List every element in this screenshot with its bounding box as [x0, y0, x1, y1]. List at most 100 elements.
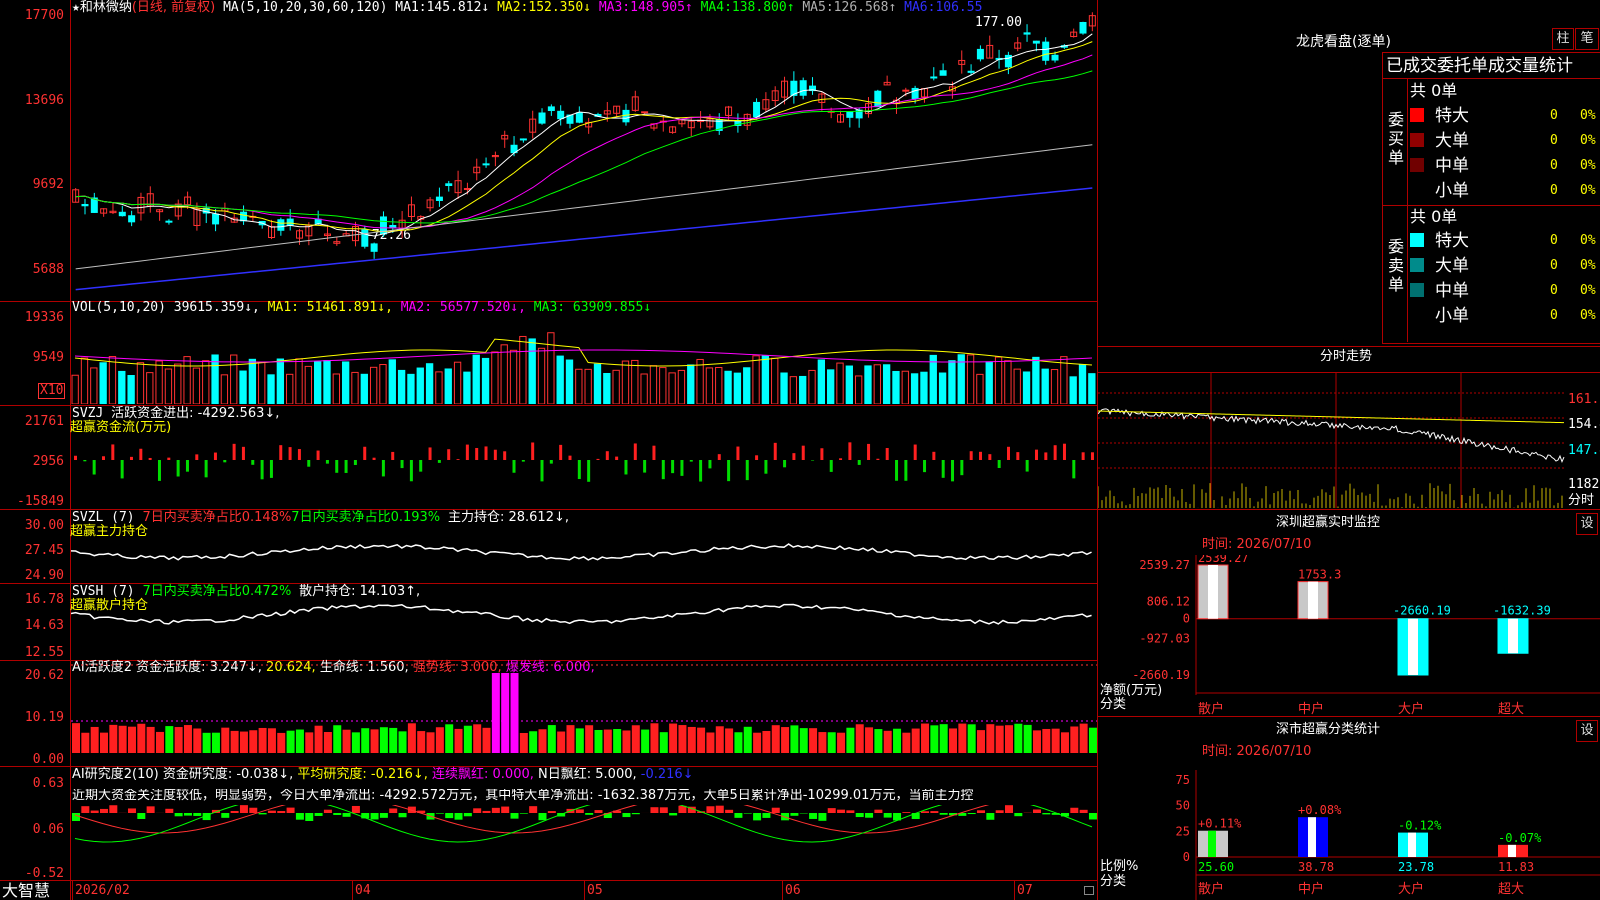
- candle: [538, 112, 546, 124]
- ai2-header: AI研究度2(10) 资金研究度: -0.038↓, 平均研究度: -0.216…: [72, 768, 694, 782]
- candle: [930, 76, 938, 79]
- flow-bar: [148, 457, 152, 460]
- flow-bar: [801, 445, 805, 460]
- order-count: 0: [1550, 158, 1558, 173]
- research-bar: [239, 805, 248, 813]
- order-pct: 0%: [1580, 108, 1596, 123]
- flow-bar: [232, 443, 236, 460]
- lock-icon[interactable]: [1084, 886, 1094, 895]
- candle: [370, 243, 378, 252]
- bar: [444, 368, 452, 404]
- bar: [752, 355, 760, 404]
- ma-line: [75, 187, 1093, 291]
- flow-bar: [1044, 452, 1048, 460]
- intraday-chart[interactable]: [1098, 373, 1566, 508]
- candlestick-chart[interactable]: [71, 0, 1097, 300]
- flow-bar: [176, 460, 180, 477]
- retail-position-chart[interactable]: [71, 584, 1097, 659]
- flow-bar: [643, 460, 647, 473]
- research-bar: [883, 813, 892, 818]
- y-tick: 2539.27: [1139, 558, 1190, 572]
- research-bar: [995, 810, 1004, 813]
- bar: [463, 371, 471, 404]
- activity-bar: [426, 732, 435, 753]
- research-bar: [1042, 813, 1051, 815]
- order-stats-tab[interactable]: 已成交委托单成交量统计: [1386, 56, 1573, 76]
- flow-bar: [400, 460, 404, 469]
- bar: [687, 364, 695, 404]
- order-type: 小单: [1435, 306, 1469, 326]
- bar: [146, 372, 154, 404]
- bar: [584, 368, 592, 404]
- monitor-settings-button[interactable]: 设: [1576, 513, 1598, 535]
- activity-bar: [762, 730, 771, 753]
- research-bar: [323, 809, 332, 813]
- research-bar: [72, 813, 80, 821]
- flow-bar: [680, 460, 684, 476]
- flow-bar: [652, 445, 656, 460]
- y-tick: 0.63: [32, 776, 64, 791]
- y-tick: 20.62: [24, 668, 64, 683]
- y-tick: 21761: [24, 414, 64, 429]
- activity-bar: [1005, 725, 1013, 753]
- activity-bar: [351, 732, 360, 753]
- bar-highlight: [1408, 618, 1418, 675]
- flow-bar: [111, 444, 115, 460]
- research-chart[interactable]: [71, 805, 1097, 879]
- pen-view-button[interactable]: 笔: [1575, 28, 1599, 50]
- activity-bar: [855, 724, 864, 753]
- activity-bar: [267, 728, 276, 753]
- activity-bar: [678, 725, 687, 753]
- research-bar: [314, 813, 323, 816]
- flow-bar: [129, 456, 133, 460]
- activity-bar: [865, 727, 874, 753]
- flow-bar: [1053, 445, 1057, 460]
- bar: [314, 361, 322, 404]
- divider: [1098, 509, 1600, 510]
- main-position-chart[interactable]: [71, 510, 1097, 582]
- flow-bar: [213, 452, 217, 460]
- stats-settings-button[interactable]: 设: [1576, 720, 1598, 742]
- fund-flow-chart[interactable]: [71, 430, 1097, 508]
- research-bar: [855, 813, 864, 818]
- flow-bar: [596, 458, 600, 460]
- flow-bar: [353, 460, 357, 465]
- bar: [136, 362, 145, 404]
- monitor-chart[interactable]: 2539.27 806.12 0 -927.03 -2660.19 2539.27 散户 17…: [1098, 555, 1600, 720]
- flow-bar: [783, 460, 787, 468]
- bar: [407, 373, 415, 404]
- research-bar: [370, 813, 379, 820]
- bar: [174, 363, 182, 404]
- stats-chart[interactable]: 75 50 25 0 +0.11% 25.60 散户 +0.08% 38.78 中户 -0.12% 2…: [1098, 760, 1600, 900]
- volume-chart[interactable]: [71, 318, 1097, 404]
- bar: [836, 362, 844, 404]
- x-tick-mark: [72, 880, 73, 900]
- flow-bar: [465, 444, 469, 460]
- flow-bar: [372, 457, 376, 460]
- flow-bar: [568, 455, 572, 460]
- x-tick: 06: [785, 883, 801, 898]
- bar-highlight: [1508, 844, 1516, 857]
- order-count: 0: [1550, 183, 1558, 198]
- activity-bar: [743, 726, 752, 753]
- activity-bar: [603, 729, 612, 753]
- bar: [621, 360, 630, 404]
- activity-bar: [715, 726, 724, 753]
- divider: [0, 880, 1098, 881]
- flow-bar: [531, 442, 535, 460]
- activity-bar: [575, 728, 584, 753]
- activity-bar: [538, 729, 547, 753]
- research-bar: [594, 810, 603, 813]
- flow-bar: [475, 447, 479, 460]
- flow-bar: [969, 451, 973, 460]
- activity-bar: [1079, 723, 1088, 753]
- candle: [212, 213, 220, 225]
- bar-view-button[interactable]: 柱: [1552, 28, 1574, 50]
- bar: [1060, 356, 1068, 404]
- kline-panel[interactable]: 17700 13696 9692 5688 ★和林微纳(日线, 前复权) MA(…: [0, 0, 1098, 900]
- flow-bar: [363, 446, 367, 460]
- color-swatch: [1410, 283, 1424, 297]
- bar: [528, 338, 536, 404]
- bar: [1078, 364, 1087, 404]
- activity-chart[interactable]: [71, 661, 1097, 765]
